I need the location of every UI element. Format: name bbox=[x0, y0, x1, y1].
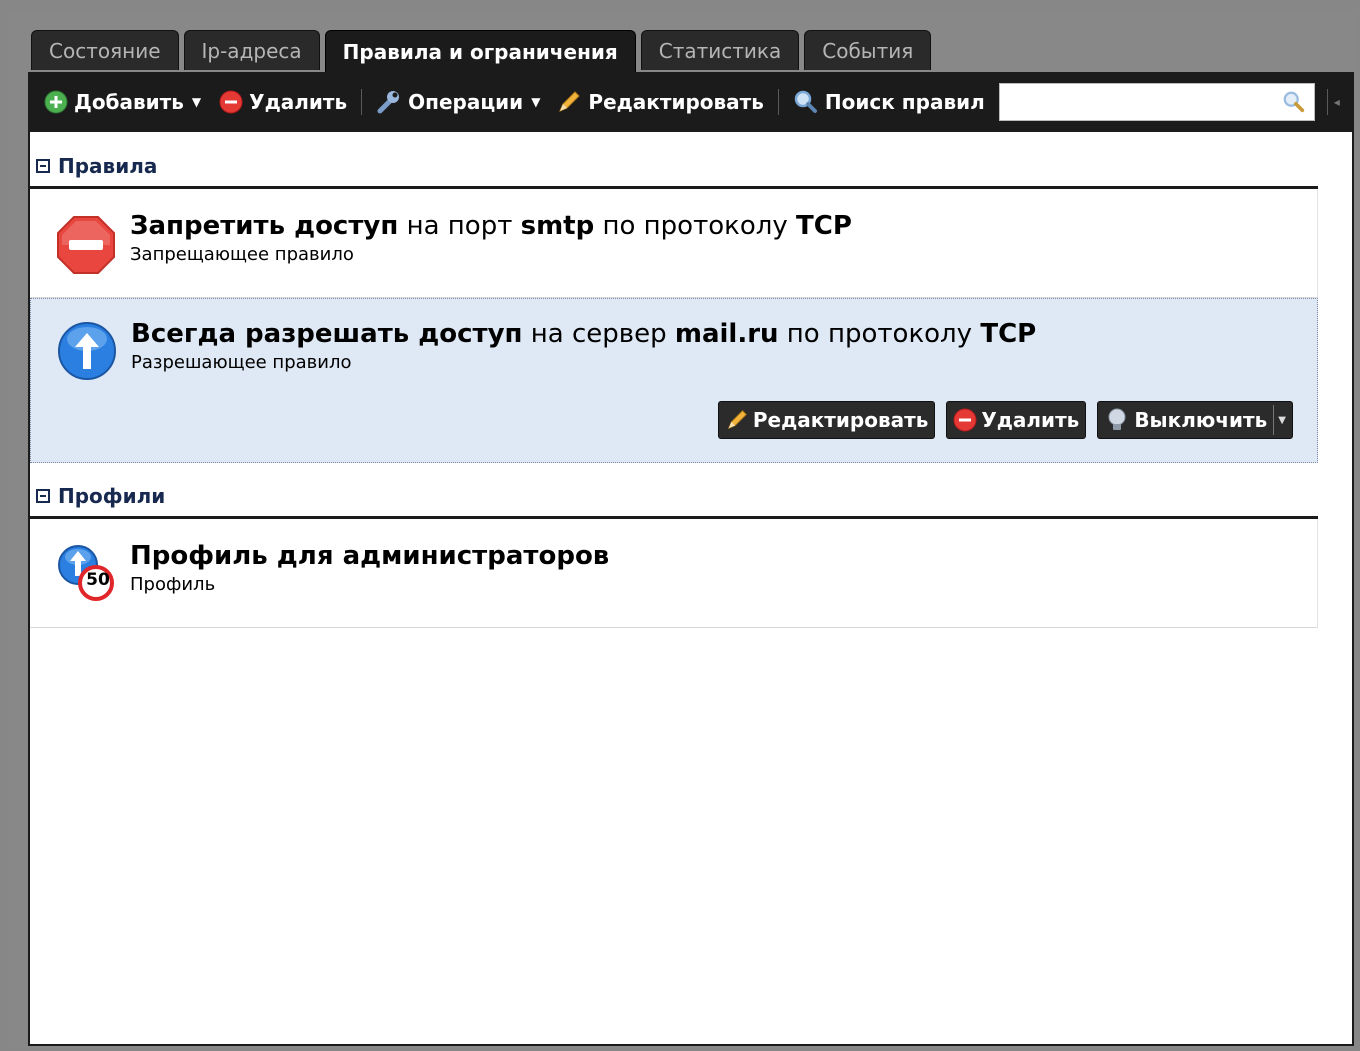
profile-item-admins[interactable]: 50 Профиль для администраторов Профиль bbox=[30, 519, 1318, 628]
speed-limit-badge: 50 bbox=[86, 570, 110, 590]
edit-button-label: Редактировать bbox=[588, 90, 764, 114]
search-rules-button[interactable]: Поиск правил bbox=[789, 82, 989, 122]
wrench-icon bbox=[377, 91, 400, 114]
profiles-section-header[interactable]: Профили bbox=[36, 484, 165, 508]
rules-section-title: Правила bbox=[58, 154, 158, 178]
app-window: Состояние Ip-адреса Правила и ограничени… bbox=[9, 12, 1354, 1048]
tab-bar: Состояние Ip-адреса Правила и ограничени… bbox=[31, 30, 932, 72]
tab-status[interactable]: Состояние bbox=[31, 30, 179, 70]
rule-edit-label: Редактировать bbox=[752, 408, 929, 432]
minus-circle-icon bbox=[953, 408, 977, 432]
add-button-label: Добавить bbox=[74, 90, 184, 114]
delete-button[interactable]: Удалить bbox=[215, 82, 351, 122]
rule-delete-label: Удалить bbox=[981, 408, 1080, 432]
profile-subtitle: Профиль bbox=[130, 574, 216, 595]
profiles-section-title: Профили bbox=[58, 484, 166, 508]
deny-icon bbox=[57, 216, 115, 274]
rule-text: по протоколу bbox=[778, 319, 981, 349]
rule-title: Запретить доступ на порт smtp по протоко… bbox=[130, 211, 852, 241]
collapse-icon bbox=[36, 159, 50, 173]
tab-rules[interactable]: Правила и ограничения bbox=[324, 30, 636, 72]
rule-title: Всегда разрешать доступ на сервер mail.r… bbox=[131, 319, 1036, 349]
chevron-down-icon: ▼ bbox=[531, 95, 541, 109]
allow-icon bbox=[58, 322, 116, 380]
chevron-down-icon: ▼ bbox=[191, 95, 202, 109]
rule-action: Запретить доступ bbox=[130, 211, 399, 241]
plus-circle-icon bbox=[44, 90, 68, 114]
toolbar-separator bbox=[1326, 89, 1328, 115]
pencil-icon bbox=[559, 91, 581, 112]
search-icon bbox=[794, 90, 817, 113]
search-input[interactable] bbox=[999, 84, 1286, 118]
edit-button[interactable]: Редактировать bbox=[552, 82, 768, 122]
rule-delete-button[interactable]: Удалить bbox=[946, 401, 1087, 439]
rule-action: Всегда разрешать доступ bbox=[131, 319, 523, 349]
profile-title: Профиль для администраторов bbox=[130, 541, 609, 571]
pencil-icon bbox=[727, 410, 747, 430]
rule-subtitle: Разрешающее правило bbox=[131, 352, 352, 373]
rules-section-header[interactable]: Правила bbox=[36, 154, 157, 178]
rule-text: на сервер bbox=[522, 319, 675, 349]
rule-text: на порт bbox=[398, 211, 521, 241]
tab-events[interactable]: События bbox=[804, 30, 932, 70]
rule-text: по протоколу bbox=[594, 211, 796, 241]
operations-button[interactable]: Операции ▼ bbox=[372, 82, 544, 122]
tab-statistics[interactable]: Статистика bbox=[640, 30, 800, 70]
toolbar-separator bbox=[361, 89, 363, 115]
rule-actions: Редактировать Удалить Выключить ▼ bbox=[717, 401, 1293, 439]
rule-item-allow-mail-ru[interactable]: Всегда разрешать доступ на сервер mail.r… bbox=[30, 298, 1318, 463]
lightbulb-icon bbox=[1108, 408, 1126, 430]
rule-protocol: TCP bbox=[796, 211, 852, 241]
rules-content-panel: Правила Запретить доступ на порт smtp по… bbox=[28, 132, 1354, 1046]
rule-disable-button[interactable]: Выключить ▼ bbox=[1097, 401, 1293, 439]
chevron-left-icon[interactable]: ◂ bbox=[1334, 95, 1340, 109]
rule-disable-label: Выключить bbox=[1134, 408, 1268, 432]
search-icon[interactable] bbox=[1282, 90, 1306, 114]
rule-item-deny-smtp[interactable]: Запретить доступ на порт smtp по протоко… bbox=[30, 189, 1318, 298]
rule-protocol: TCP bbox=[980, 319, 1037, 349]
chevron-down-icon[interactable]: ▼ bbox=[1273, 405, 1286, 435]
minus-circle-icon bbox=[219, 90, 243, 114]
operations-button-label: Операции bbox=[408, 90, 524, 114]
search-field-wrapper bbox=[998, 83, 1315, 121]
rule-target: mail.ru bbox=[674, 319, 779, 349]
rule-edit-button[interactable]: Редактировать bbox=[717, 401, 936, 439]
search-rules-label: Поиск правил bbox=[824, 90, 985, 114]
delete-button-label: Удалить bbox=[249, 90, 348, 114]
toolbar-overflow: ◂ bbox=[1326, 89, 1340, 115]
profile-name: Профиль для администраторов bbox=[130, 541, 610, 571]
rule-subtitle: Запрещающее правило bbox=[130, 244, 354, 265]
collapse-icon bbox=[36, 489, 50, 503]
toolbar-separator bbox=[777, 89, 779, 115]
add-button[interactable]: Добавить ▼ bbox=[40, 82, 205, 122]
rule-target: smtp bbox=[520, 211, 595, 241]
toolbar: Добавить ▼ Удалить Операции ▼ Редактиров… bbox=[28, 72, 1354, 132]
tab-ip-addresses[interactable]: Ip-адреса bbox=[183, 30, 320, 70]
